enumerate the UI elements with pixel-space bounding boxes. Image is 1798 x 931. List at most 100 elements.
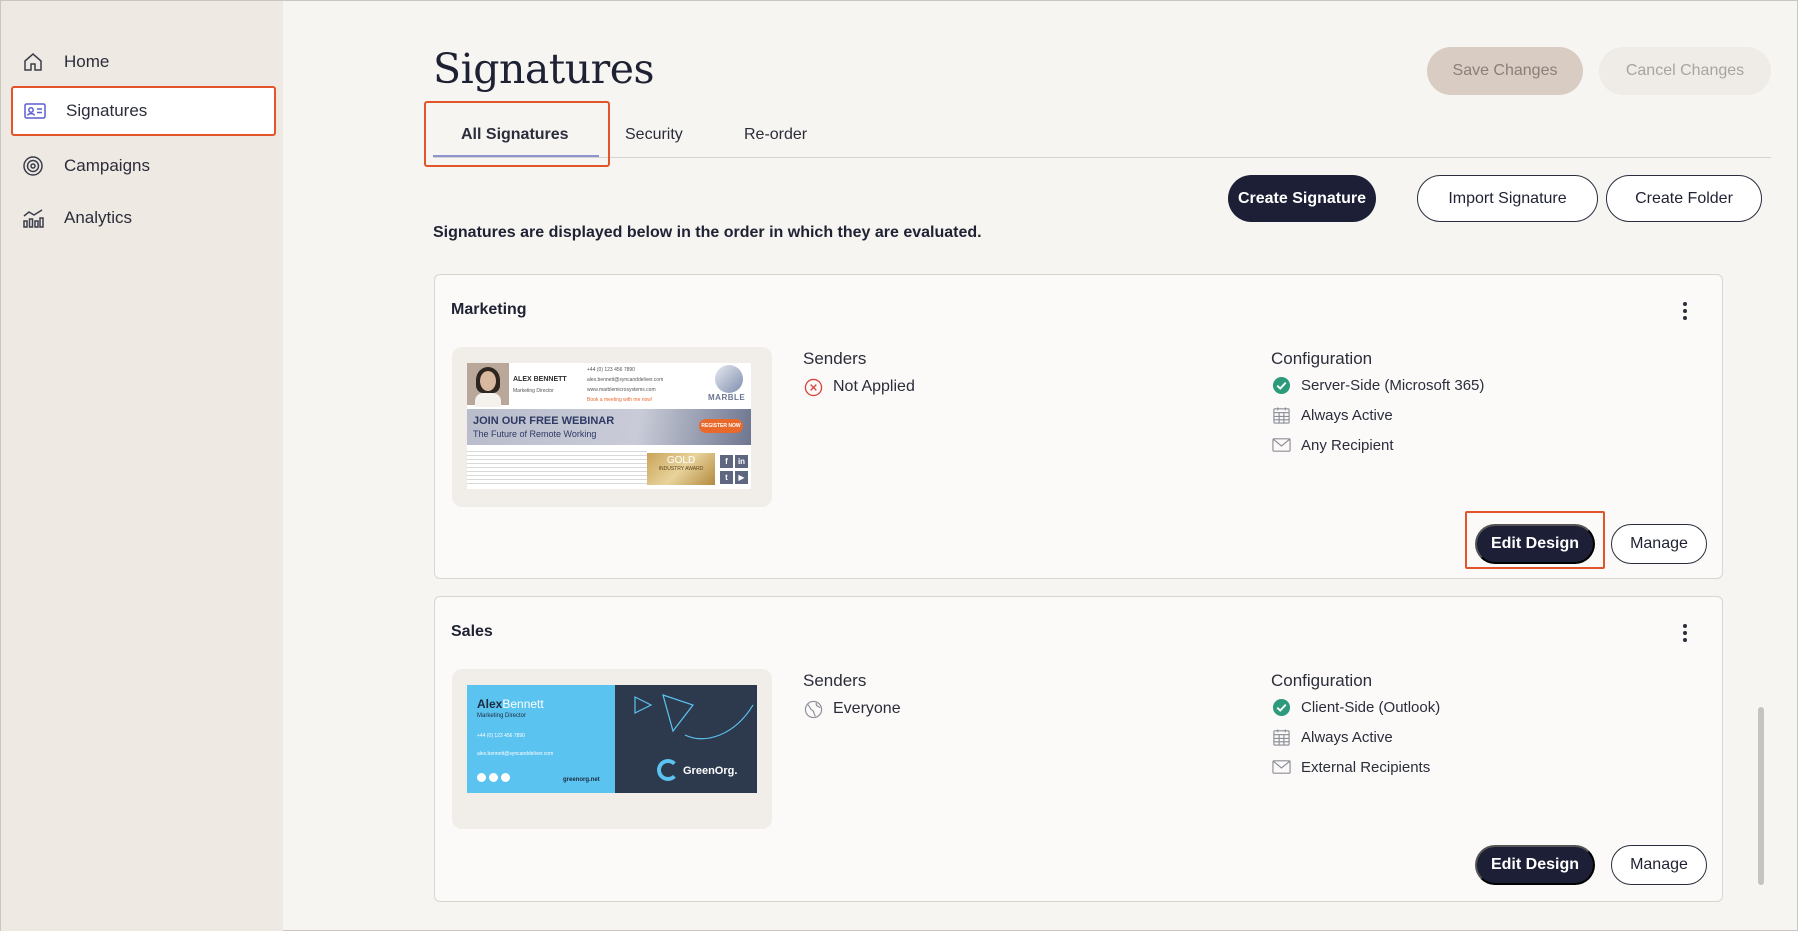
envelope-icon (1271, 757, 1291, 777)
senders-value: Not Applied (833, 378, 915, 395)
target-icon (21, 154, 45, 178)
home-icon (21, 50, 45, 74)
import-signature-button[interactable]: Import Signature (1417, 175, 1598, 222)
preview-last-name: Bennett (502, 697, 544, 711)
tab-highlight-box (424, 101, 610, 167)
calendar-icon (1271, 727, 1291, 747)
configuration-label: Configuration (1271, 349, 1373, 368)
envelope-icon (1271, 435, 1291, 455)
preview-name: AlexBennett (477, 697, 544, 711)
edit-design-highlight-box (1465, 511, 1605, 569)
config-recipients: External Recipients (1271, 757, 1430, 777)
manage-button[interactable]: Manage (1611, 845, 1707, 885)
globe-icon (803, 699, 823, 719)
preview-brand-panel: GreenOrg. (615, 685, 757, 793)
scrollbar-thumb[interactable] (1758, 707, 1764, 885)
tab-security[interactable]: Security (625, 111, 683, 158)
signature-preview[interactable]: AlexBennett Marketing Director +44 (0) 1… (452, 669, 772, 829)
social-icons (477, 773, 510, 782)
create-signature-button[interactable]: Create Signature (1228, 175, 1376, 222)
sidebar-item-signatures[interactable]: Signatures (11, 86, 276, 136)
x-circle-icon (803, 377, 823, 397)
decorative-shapes-icon (634, 694, 754, 740)
senders-label: Senders (803, 671, 867, 690)
check-circle-icon (1271, 375, 1291, 395)
configuration-label: Configuration (1271, 671, 1373, 690)
facebook-icon: f (720, 455, 733, 468)
preview-disclaimer (467, 451, 647, 485)
preview-name: ALEX BENNETT (513, 376, 567, 383)
preview-phone: +44 (0) 123 456 7890 (477, 733, 525, 739)
config-schedule: Always Active (1271, 727, 1393, 747)
preview-email: alex.bennett@syncanddeliver.com (587, 377, 664, 383)
sidebar-item-label: Home (64, 52, 110, 71)
config-deployment: Server-Side (Microsoft 365) (1271, 375, 1484, 395)
preview-logo-text: MARBLE (708, 393, 746, 402)
preview-first-name: Alex (477, 697, 503, 711)
avatar (467, 363, 509, 407)
more-options-icon[interactable] (1681, 302, 1689, 320)
check-circle-icon (1271, 697, 1291, 717)
page-title: Signatures (433, 45, 655, 93)
award-subtitle: INDUSTRY AWARD (658, 466, 704, 472)
card-title: Marketing (451, 301, 527, 318)
sidebar: Home Signatures Campaigns Analytics (1, 1, 283, 931)
sidebar-item-label: Campaigns (64, 156, 150, 175)
save-changes-button[interactable]: Save Changes (1427, 47, 1583, 95)
signature-preview-image: ALEX BENNETT Marketing Director +44 (0) … (467, 363, 751, 489)
config-text: Always Active (1301, 728, 1393, 746)
sidebar-item-label: Signatures (66, 101, 148, 120)
sidebar-item-label: Analytics (64, 208, 133, 227)
signature-preview-image: AlexBennett Marketing Director +44 (0) 1… (467, 685, 757, 793)
app-window: Home Signatures Campaigns Analytics Sign… (0, 0, 1798, 931)
preview-role: Marketing Director (513, 388, 554, 394)
tab-re-order[interactable]: Re-order (744, 111, 807, 158)
preview-web: www.marblemicrosystems.com (587, 387, 656, 393)
tab-bar: All Signatures Security Re-order (433, 111, 1771, 158)
create-folder-button[interactable]: Create Folder (1606, 175, 1762, 222)
config-deployment: Client-Side (Outlook) (1271, 697, 1440, 717)
signature-preview[interactable]: ALEX BENNETT Marketing Director +44 (0) … (452, 347, 772, 507)
sidebar-item-home[interactable]: Home (11, 37, 276, 87)
senders-status: Not Applied (803, 377, 915, 397)
card-title: Sales (451, 623, 493, 640)
config-recipients: Any Recipient (1271, 435, 1394, 455)
preview-email: alex.bennett@syncanddeliver.com (477, 751, 554, 757)
config-text: External Recipients (1301, 758, 1431, 776)
sidebar-item-analytics[interactable]: Analytics (11, 193, 276, 243)
preview-role: Marketing Director (477, 713, 527, 719)
config-text: Always Active (1301, 406, 1393, 424)
banner-cta: REGISTER NOW (699, 419, 743, 433)
greenorg-logo-icon (657, 759, 679, 781)
signature-card-marketing: Marketing ALEX BENNETT Marketing Directo… (434, 274, 1723, 579)
id-card-icon (23, 99, 47, 123)
banner-subtitle: The Future of Remote Working (473, 429, 597, 439)
preview-logo-text: GreenOrg. (683, 765, 738, 777)
preview-web: greenorg.net (563, 777, 600, 783)
edit-design-button[interactable]: Edit Design (1475, 845, 1595, 885)
youtube-icon: ▶ (735, 471, 748, 484)
config-text: Server-Side (Microsoft 365) (1301, 376, 1485, 394)
sidebar-item-campaigns[interactable]: Campaigns (11, 141, 276, 191)
manage-button[interactable]: Manage (1611, 524, 1707, 564)
senders-value: Everyone (833, 700, 901, 717)
more-options-icon[interactable] (1681, 624, 1689, 642)
preview-meeting: Book a meeting with me now! (587, 397, 653, 403)
signature-card-sales: Sales AlexBennett Marketing Director +44… (434, 596, 1723, 902)
calendar-icon (1271, 405, 1291, 425)
marble-logo-icon (715, 365, 743, 393)
twitter-icon: t (720, 471, 733, 484)
preview-phone: +44 (0) 123 456 7890 (587, 367, 635, 373)
preview-banner: JOIN OUR FREE WEBINAR The Future of Remo… (467, 409, 751, 445)
award-title: GOLD (666, 455, 696, 466)
award-badge: GOLD INDUSTRY AWARD (647, 453, 715, 485)
config-text: Any Recipient (1301, 436, 1394, 454)
config-text: Client-Side (Outlook) (1301, 698, 1441, 716)
bar-chart-icon (21, 206, 45, 230)
banner-title: JOIN OUR FREE WEBINAR (473, 415, 615, 427)
config-schedule: Always Active (1271, 405, 1393, 425)
cancel-changes-button[interactable]: Cancel Changes (1599, 47, 1771, 95)
senders-status: Everyone (803, 699, 901, 719)
order-note: Signatures are displayed below in the or… (433, 224, 982, 241)
senders-label: Senders (803, 349, 867, 368)
